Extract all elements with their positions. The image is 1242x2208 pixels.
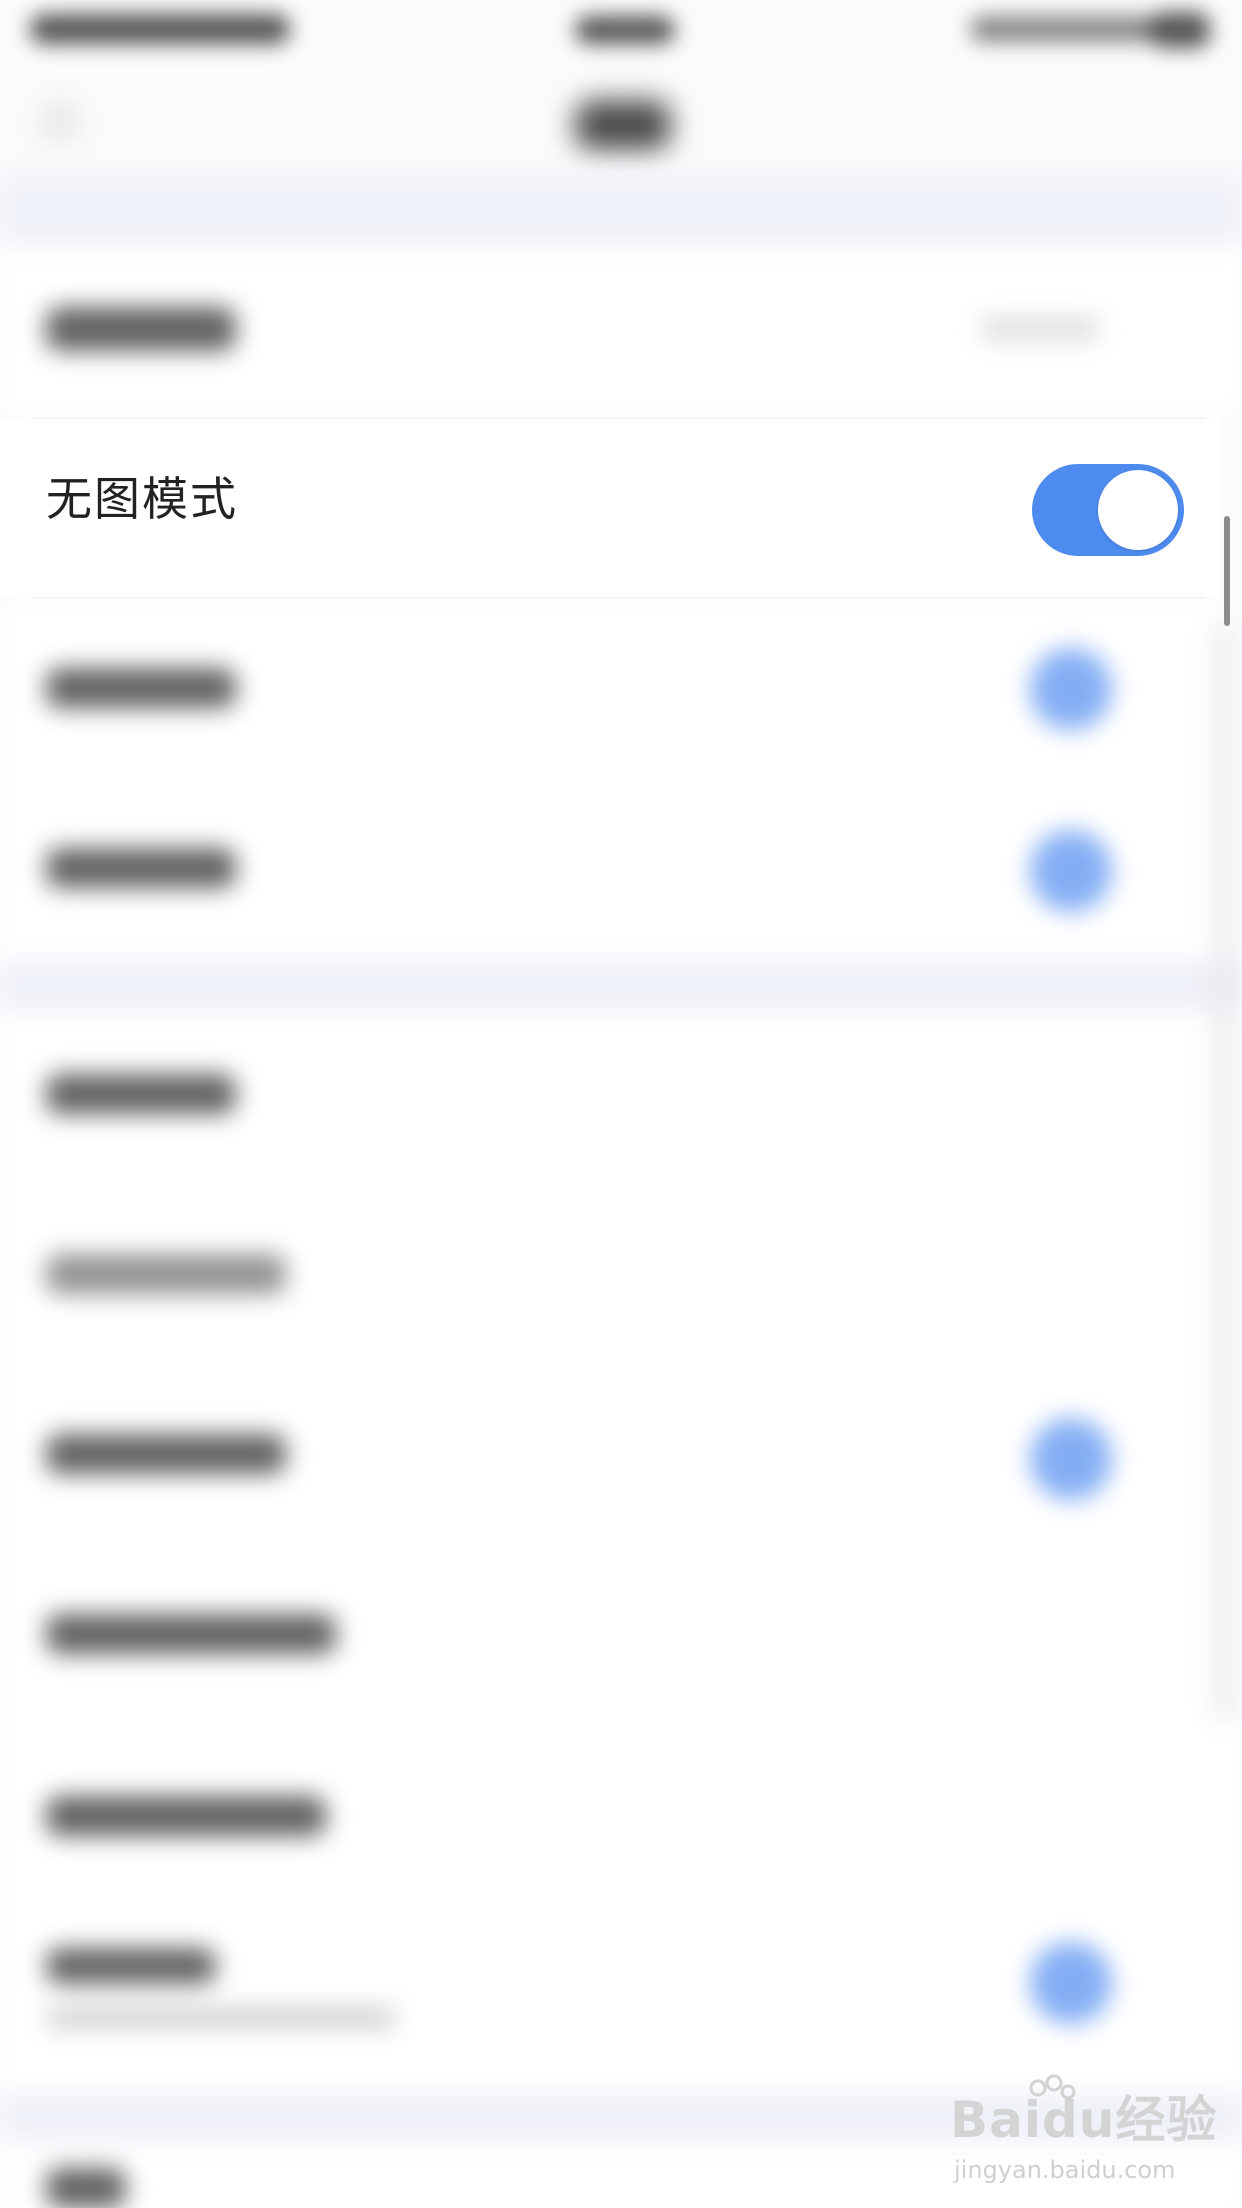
blurred-settings-list: [0, 0, 1242, 2208]
list-item[interactable]: [0, 1192, 1242, 1372]
list-item[interactable]: [0, 600, 1242, 780]
list-item[interactable]: [0, 1892, 1242, 2092]
divider: [34, 597, 1204, 598]
list-item[interactable]: [0, 245, 1242, 415]
paw-icon: [1029, 2074, 1076, 2100]
list-item[interactable]: [0, 1732, 1242, 1892]
settings-screen: 无图模式 Baidu经验 jingyan.baidu.com: [0, 0, 1242, 2208]
baidu-jingyan-watermark: Baidu经验 jingyan.baidu.com: [950, 2074, 1220, 2190]
list-item[interactable]: [0, 1552, 1242, 1732]
watermark-logo: Baidu经验: [950, 2091, 1218, 2149]
watermark-site: jingyan.baidu.com: [954, 2156, 1176, 2184]
no-image-mode-label: 无图模式: [46, 472, 238, 526]
list-item[interactable]: [0, 1372, 1242, 1552]
list-item[interactable]: [0, 780, 1242, 960]
divider: [34, 418, 1204, 419]
no-image-mode-toggle[interactable]: [1032, 464, 1184, 556]
no-image-mode-row[interactable]: 无图模式: [0, 418, 1220, 598]
toggle-knob: [1098, 470, 1178, 550]
scroll-shadow: [1212, 620, 1238, 1720]
list-item[interactable]: [0, 1012, 1242, 1192]
scrollbar[interactable]: [1224, 516, 1230, 626]
